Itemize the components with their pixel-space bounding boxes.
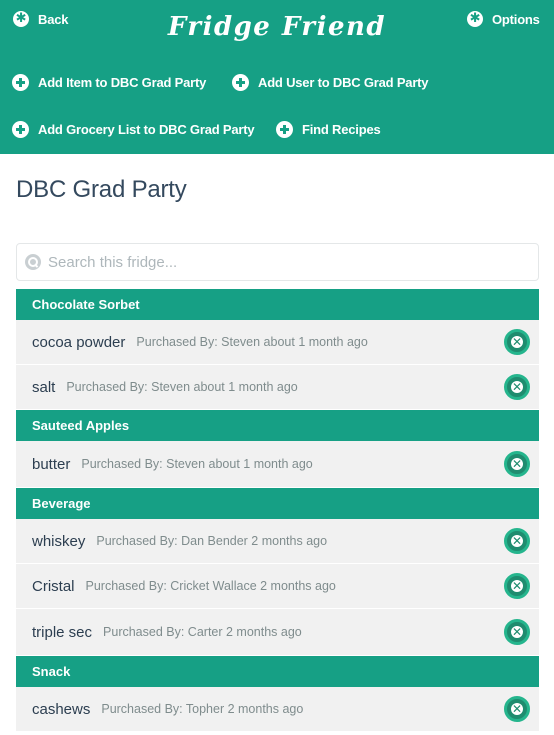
category-header: Sauteed Apples xyxy=(16,410,539,441)
list-item: triple sec Purchased By: Carter 2 months… xyxy=(16,609,539,656)
item-name: triple sec xyxy=(32,623,93,641)
item-meta: Purchased By: Steven about 1 month ago xyxy=(81,457,313,471)
close-icon: ✕ xyxy=(511,625,523,639)
item-name: butter xyxy=(32,455,71,473)
gear-icon: ✱ xyxy=(467,11,483,27)
category-header: Chocolate Sorbet xyxy=(16,289,539,320)
list-item: cocoa powder Purchased By: Steven about … xyxy=(16,320,539,365)
item-meta: Purchased By: Cricket Wallace 2 months a… xyxy=(85,579,336,593)
add-grocery-list-button[interactable]: Add Grocery List to DBC Grad Party xyxy=(12,121,255,138)
plus-circle-icon xyxy=(12,121,29,138)
category-header: Beverage xyxy=(16,488,539,519)
item-meta: Purchased By: Steven about 1 month ago xyxy=(136,335,368,349)
options-label: Options xyxy=(492,11,540,27)
close-icon: ✕ xyxy=(511,380,523,394)
item-name: Cristal xyxy=(32,577,75,595)
item-name: cocoa powder xyxy=(32,333,126,351)
add-grocery-list-label: Add Grocery List to DBC Grad Party xyxy=(38,122,255,137)
add-user-label: Add User to DBC Grad Party xyxy=(258,75,429,90)
search-icon xyxy=(25,254,41,270)
add-item-label: Add Item to DBC Grad Party xyxy=(38,75,207,90)
plus-circle-icon xyxy=(12,74,29,91)
item-name: salt xyxy=(32,378,56,396)
delete-item-button[interactable]: ✕ xyxy=(504,528,530,554)
close-icon: ✕ xyxy=(511,335,523,349)
item-meta: Purchased By: Dan Bender 2 months ago xyxy=(96,534,328,548)
plus-circle-icon xyxy=(232,74,249,91)
search-box xyxy=(16,243,539,281)
delete-item-button[interactable]: ✕ xyxy=(504,374,530,400)
category-header: Snack xyxy=(16,656,539,687)
plus-circle-icon xyxy=(276,121,293,138)
delete-item-button[interactable]: ✕ xyxy=(504,329,530,355)
delete-item-button[interactable]: ✕ xyxy=(504,619,530,645)
list-item: Cristal Purchased By: Cricket Wallace 2 … xyxy=(16,564,539,609)
delete-item-button[interactable]: ✕ xyxy=(504,573,530,599)
list-item: salt Purchased By: Steven about 1 month … xyxy=(16,365,539,410)
item-meta: Purchased By: Topher 2 months ago xyxy=(101,702,304,716)
item-meta: Purchased By: Carter 2 months ago xyxy=(103,625,302,639)
item-meta: Purchased By: Steven about 1 month ago xyxy=(66,380,298,394)
item-name: cashews xyxy=(32,700,91,718)
close-icon: ✕ xyxy=(511,457,523,471)
page-title: DBC Grad Party xyxy=(16,176,187,203)
options-button[interactable]: ✱ Options xyxy=(467,11,540,27)
add-user-button[interactable]: Add User to DBC Grad Party xyxy=(232,74,429,91)
app-header: ✱ Back Fridge Friend ✱ Options Add Item … xyxy=(0,0,554,154)
add-item-button[interactable]: Add Item to DBC Grad Party xyxy=(12,74,206,91)
fridge-list: Chocolate Sorbet cocoa powder Purchased … xyxy=(16,289,539,732)
item-name: whiskey xyxy=(32,532,86,550)
list-item: whiskey Purchased By: Dan Bender 2 month… xyxy=(16,519,539,564)
delete-item-button[interactable]: ✕ xyxy=(504,451,530,477)
find-recipes-label: Find Recipes xyxy=(302,122,381,137)
find-recipes-button[interactable]: Find Recipes xyxy=(276,121,381,138)
close-icon: ✕ xyxy=(511,579,523,593)
close-icon: ✕ xyxy=(511,534,523,548)
delete-item-button[interactable]: ✕ xyxy=(504,696,530,722)
list-item: butter Purchased By: Steven about 1 mont… xyxy=(16,441,539,488)
close-icon: ✕ xyxy=(511,702,523,716)
search-input[interactable] xyxy=(48,253,528,271)
list-item: cashews Purchased By: Topher 2 months ag… xyxy=(16,687,539,732)
